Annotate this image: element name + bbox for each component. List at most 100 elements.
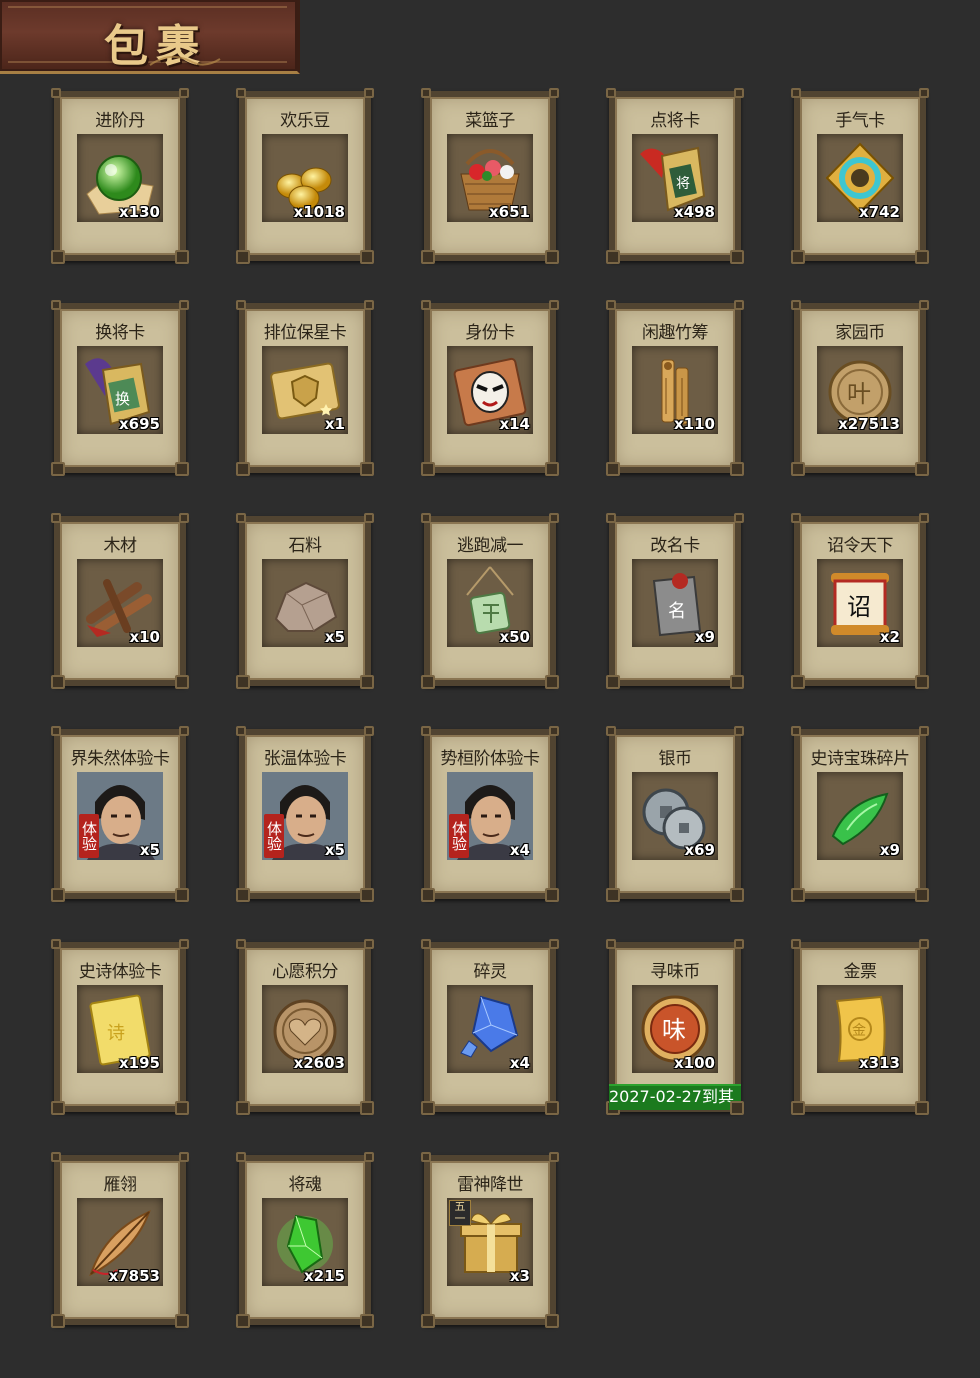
item-quantity: x3 [509, 1267, 530, 1285]
item-name: 界朱然体验卡 [70, 749, 171, 769]
frame-corner [364, 1152, 374, 1162]
expiry-bar: 2027-02-27到其 [609, 1084, 741, 1110]
frame-corner [549, 300, 559, 310]
frame-corner [791, 300, 801, 310]
frame-corner [919, 939, 929, 949]
frame-corner [51, 939, 61, 949]
trial-badge: 体验 [79, 814, 99, 858]
inventory-item[interactable]: 界朱然体验卡 体验 x5 [51, 726, 189, 902]
inventory-item[interactable]: 换将卡 换 x695 [51, 300, 189, 476]
frame-corner [734, 88, 744, 98]
item-slot: x1 [262, 346, 348, 434]
inventory-item[interactable]: 诏令天下 诏 x2 [791, 513, 929, 689]
frame-corner [549, 513, 559, 523]
frame-corner [236, 939, 246, 949]
frame-corner [421, 939, 431, 949]
frame-corner [421, 726, 431, 736]
inventory-item[interactable]: 改名卡 名 x9 [606, 513, 744, 689]
frame-corner [179, 300, 189, 310]
inventory-item[interactable]: 张温体验卡 体验 x5 [236, 726, 374, 902]
svg-text:换: 换 [115, 390, 130, 408]
trial-badge: 体验 [264, 814, 284, 858]
svg-text:诗: 诗 [107, 1023, 125, 1044]
item-slot: x7853 [77, 1198, 163, 1286]
frame-corner [734, 300, 744, 310]
frame-corner [549, 88, 559, 98]
item-quantity: x695 [119, 415, 160, 433]
item-quantity: x130 [119, 203, 160, 221]
frame-corner [734, 939, 744, 949]
inventory-item[interactable]: 石料 x5 [236, 513, 374, 689]
inventory-item[interactable]: 金票 金 x313 [791, 939, 929, 1115]
item-slot: x10 [77, 559, 163, 647]
item-slot: x69 [632, 772, 718, 860]
inventory-item[interactable]: 心愿积分 x2603 [236, 939, 374, 1115]
frame-corner [919, 300, 929, 310]
inventory-item[interactable]: 欢乐豆 x1018 [236, 88, 374, 264]
inventory-item[interactable]: 菜篮子 x651 [421, 88, 559, 264]
item-slot: 诏 x2 [817, 559, 903, 647]
frame-corner [919, 513, 929, 523]
inventory-item[interactable]: 碎灵 x4 [421, 939, 559, 1115]
item-name: 史诗体验卡 [78, 962, 162, 982]
inventory-item[interactable]: 排位保星卡 x1 [236, 300, 374, 476]
item-quantity: x9 [694, 628, 715, 646]
inventory-item[interactable]: 闲趣竹筹 x110 [606, 300, 744, 476]
frame-corner [606, 513, 616, 523]
frame-corner [179, 726, 189, 736]
item-quantity: x50 [499, 628, 530, 646]
inventory-item[interactable]: 逃跑减一 x50 [421, 513, 559, 689]
item-name: 诏令天下 [827, 536, 894, 556]
inventory-item[interactable]: 家园币 叶 x27513 [791, 300, 929, 476]
inventory-item[interactable]: 木材 x10 [51, 513, 189, 689]
event-badge: 五一 [449, 1200, 471, 1226]
item-slot: 体验 x5 [262, 772, 348, 860]
inventory-item[interactable]: 寻味币 味 x100 2027-02-27到其 [606, 939, 744, 1115]
inventory-item[interactable]: 身份卡 x14 [421, 300, 559, 476]
item-slot: x130 [77, 134, 163, 222]
inventory-item[interactable]: 手气卡 x742 [791, 88, 929, 264]
inventory-item[interactable]: 点将卡 将 x498 [606, 88, 744, 264]
svg-text:诏: 诏 [847, 593, 871, 621]
item-name: 菜篮子 [465, 111, 515, 131]
inventory-item[interactable]: 雁翎 x7853 [51, 1152, 189, 1328]
item-quantity: x195 [119, 1054, 160, 1072]
inventory-item[interactable]: 进阶丹 x130 [51, 88, 189, 264]
item-quantity: x742 [859, 203, 900, 221]
frame-corner [791, 513, 801, 523]
item-quantity: x5 [139, 841, 160, 859]
frame-corner [421, 88, 431, 98]
svg-text:名: 名 [668, 601, 686, 622]
frame-corner [51, 513, 61, 523]
frame-corner [179, 939, 189, 949]
inventory-item[interactable]: 雷神降世 五一 x3 [421, 1152, 559, 1328]
item-name: 心愿积分 [272, 962, 339, 982]
inventory-item[interactable]: 史诗体验卡 诗 x195 [51, 939, 189, 1115]
item-slot: 体验 x4 [447, 772, 533, 860]
item-quantity: x1018 [293, 203, 345, 221]
item-name: 欢乐豆 [280, 111, 330, 131]
frame-corner [606, 726, 616, 736]
inventory-item[interactable]: 史诗宝珠碎片 x9 [791, 726, 929, 902]
item-slot: x110 [632, 346, 718, 434]
item-quantity: x215 [304, 1267, 345, 1285]
item-quantity: x69 [684, 841, 715, 859]
item-name: 点将卡 [650, 111, 700, 131]
item-name: 石料 [288, 536, 323, 556]
frame-corner [51, 300, 61, 310]
inventory-item[interactable]: 势桓阶体验卡 体验 x4 [421, 726, 559, 902]
frame-corner [421, 300, 431, 310]
item-quantity: x4 [509, 1054, 530, 1072]
item-slot: x1018 [262, 134, 348, 222]
item-slot: 金 x313 [817, 985, 903, 1073]
inventory-item[interactable]: 将魂 x215 [236, 1152, 374, 1328]
inventory-item[interactable]: 银币 x69 [606, 726, 744, 902]
item-name: 金票 [843, 962, 878, 982]
frame-corner [421, 513, 431, 523]
frame-corner [51, 1152, 61, 1162]
trial-badge: 体验 [449, 814, 469, 858]
header-ornament [149, 55, 221, 66]
frame-corner [791, 88, 801, 98]
svg-text:味: 味 [662, 1016, 686, 1044]
frame-corner [236, 1152, 246, 1162]
